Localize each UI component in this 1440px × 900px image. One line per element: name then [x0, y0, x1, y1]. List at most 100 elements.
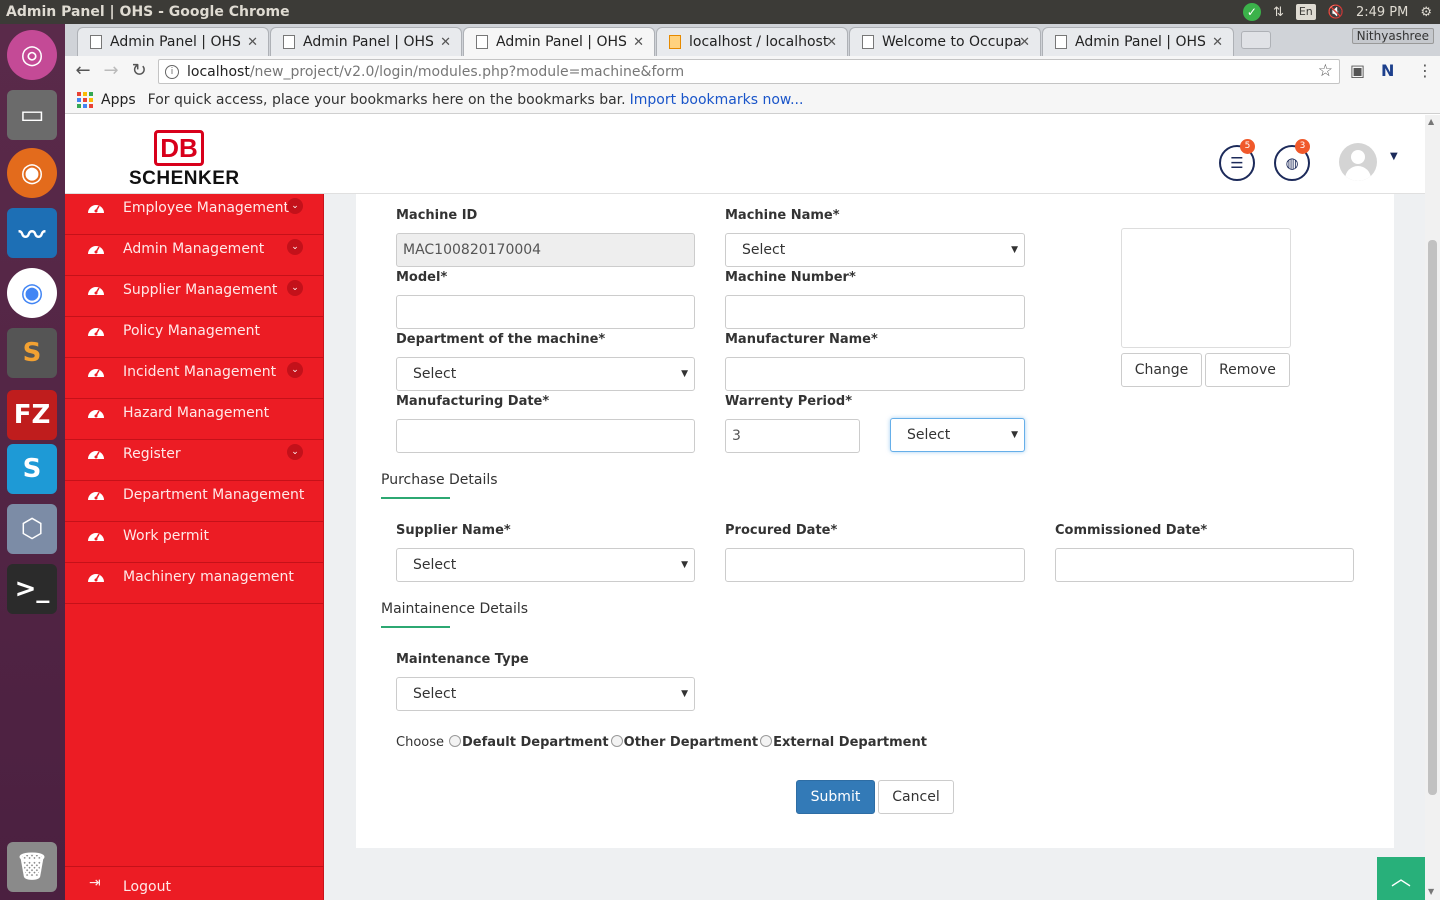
files-icon[interactable]: ▭: [7, 90, 57, 140]
forward-arrow-icon[interactable]: →: [100, 60, 122, 82]
cancel-button[interactable]: Cancel: [878, 780, 954, 814]
user-avatar[interactable]: [1339, 143, 1377, 181]
sidebar-item-supplier-management[interactable]: Supplier Management ⌄: [65, 276, 323, 317]
supplier-name-select[interactable]: Select ▼: [396, 548, 695, 582]
reload-icon[interactable]: ↻: [128, 60, 150, 82]
close-tab-icon[interactable]: ✕: [826, 35, 837, 50]
browser-tab[interactable]: Welcome to Occupational ✕: [849, 27, 1041, 56]
department-select[interactable]: Select ▼: [396, 357, 695, 391]
default-department-label[interactable]: Default Department: [462, 735, 609, 750]
bookmarks-bar: Apps For quick access, place your bookma…: [65, 86, 1440, 114]
warranty-unit-select[interactable]: Select ▼: [890, 418, 1025, 452]
address-bar[interactable]: i localhost/new_project/v2.0/login/modul…: [158, 59, 1340, 84]
keyboard-language[interactable]: En: [1295, 4, 1316, 20]
manufacturing-date-input[interactable]: [396, 419, 695, 453]
maintenance-type-select[interactable]: Select ▼: [396, 677, 695, 711]
scrollbar-thumb[interactable]: [1428, 240, 1437, 795]
commissioned-date-input[interactable]: [1055, 548, 1354, 582]
new-tab-button[interactable]: [1241, 31, 1271, 49]
sublime-text-icon[interactable]: S: [7, 328, 57, 378]
sidebar-item-register[interactable]: Register ⌄: [65, 440, 323, 481]
extension-icon[interactable]: N: [1381, 61, 1394, 80]
sidebar-item-employee-management[interactable]: Employee Management ⌄: [65, 194, 323, 235]
skype-icon[interactable]: S: [7, 444, 57, 494]
sidebar-item-admin-management[interactable]: Admin Management ⌄: [65, 235, 323, 276]
terminal-icon[interactable]: >_: [7, 564, 57, 614]
apps-link[interactable]: Apps: [101, 92, 136, 108]
chevron-down-icon[interactable]: ⌄: [287, 362, 303, 378]
browser-tab-active[interactable]: Admin Panel | OHS ✕: [463, 27, 655, 56]
external-department-radio[interactable]: [760, 734, 773, 747]
sidebar-item-hazard-management[interactable]: Hazard Management: [65, 399, 323, 440]
browser-tab[interactable]: Admin Panel | OHS ✕: [270, 27, 462, 56]
camera-icon[interactable]: ▣: [1350, 61, 1365, 80]
scroll-up-arrow-icon[interactable]: ▲: [1428, 117, 1434, 126]
apps-grid-icon[interactable]: [77, 91, 93, 108]
manufacturer-input[interactable]: [725, 357, 1025, 391]
network-icon[interactable]: ⇅: [1273, 5, 1284, 20]
other-department-label[interactable]: Other Department: [624, 735, 758, 750]
sidebar-item-incident-management[interactable]: Incident Management ⌄: [65, 358, 323, 399]
default-department-radio[interactable]: [449, 734, 461, 747]
back-to-top-button[interactable]: ︿: [1377, 857, 1425, 900]
update-check-icon[interactable]: ✓: [1242, 3, 1261, 21]
chevron-down-icon[interactable]: ⌄: [287, 444, 303, 460]
system-monitor-icon[interactable]: 〰: [7, 208, 57, 258]
chrome-icon[interactable]: ◉: [7, 268, 57, 318]
task-list-button[interactable]: ☰ 5: [1219, 139, 1255, 181]
chevron-down-icon[interactable]: ⌄: [287, 198, 303, 214]
db-schenker-logo[interactable]: DB SCHENKER: [129, 130, 239, 190]
clock[interactable]: 2:49 PM: [1356, 5, 1408, 20]
machine-name-select[interactable]: Select ▼: [725, 233, 1025, 267]
browser-tab[interactable]: Admin Panel | OHS ✕: [77, 27, 269, 56]
section-underline: [381, 626, 450, 628]
import-bookmarks-link[interactable]: Import bookmarks now...: [630, 92, 804, 108]
procured-date-label: Procured Date*: [725, 523, 838, 538]
virtualbox-icon[interactable]: ⬡: [7, 504, 57, 554]
sidebar-item-department-management[interactable]: Department Management: [65, 481, 323, 522]
firefox-icon[interactable]: ◉: [7, 148, 57, 198]
model-input[interactable]: [396, 295, 695, 329]
close-tab-icon[interactable]: ✕: [633, 35, 644, 50]
close-tab-icon[interactable]: ✕: [440, 35, 451, 50]
globe-button[interactable]: ◍ 3: [1274, 139, 1310, 181]
user-menu-caret-icon[interactable]: ▼: [1390, 151, 1398, 162]
external-department-label[interactable]: External Department: [773, 735, 927, 750]
close-tab-icon[interactable]: ✕: [247, 35, 258, 50]
chrome-menu-icon[interactable]: ⋮: [1417, 61, 1433, 80]
page-scrollbar[interactable]: ▲ ▼: [1425, 115, 1440, 900]
chevron-down-icon[interactable]: ⌄: [287, 280, 303, 296]
sidebar-item-policy-management[interactable]: Policy Management: [65, 317, 323, 358]
close-tab-icon[interactable]: ✕: [1212, 35, 1223, 50]
logout-link[interactable]: ⇥ Logout: [65, 866, 324, 900]
sidebar-item-work-permit[interactable]: Work permit: [65, 522, 323, 563]
dashboard-gauge-icon: [87, 446, 105, 460]
machine-name-label: Machine Name*: [725, 208, 840, 223]
warranty-period-input[interactable]: 3: [725, 419, 860, 453]
profile-name[interactable]: Nithyashree: [1351, 28, 1434, 44]
close-tab-icon[interactable]: ✕: [1019, 35, 1030, 50]
scroll-down-arrow-icon[interactable]: ▼: [1428, 887, 1434, 896]
submit-button[interactable]: Submit: [796, 780, 875, 814]
chevron-down-icon[interactable]: ⌄: [287, 239, 303, 255]
bookmark-star-icon[interactable]: ☆: [1318, 61, 1333, 81]
site-info-icon[interactable]: i: [165, 64, 179, 79]
dashboard-gauge-icon: [87, 364, 105, 378]
machine-number-input[interactable]: [725, 295, 1025, 329]
procured-date-input[interactable]: [725, 548, 1025, 582]
change-photo-button[interactable]: Change: [1121, 353, 1202, 387]
url-host: localhost: [187, 63, 250, 80]
settings-gear-icon[interactable]: ⚙: [1420, 5, 1432, 20]
trash-icon[interactable]: 🗑: [7, 842, 57, 892]
browser-tab[interactable]: localhost / localhost ✕: [656, 27, 848, 56]
browser-toolbar: ← → ↻ i localhost/new_project/v2.0/login…: [65, 56, 1440, 86]
filezilla-icon[interactable]: FZ: [7, 390, 57, 440]
sidebar-item-machinery-management[interactable]: Machinery management: [65, 563, 323, 604]
section-underline: [381, 497, 450, 499]
remove-photo-button[interactable]: Remove: [1205, 353, 1290, 387]
other-department-radio[interactable]: [610, 734, 623, 747]
browser-tab[interactable]: Admin Panel | OHS ✕: [1042, 27, 1234, 56]
volume-muted-icon[interactable]: 🔇: [1328, 5, 1344, 20]
ubuntu-dash-icon[interactable]: ◎: [7, 30, 57, 80]
back-arrow-icon[interactable]: ←: [72, 60, 94, 82]
